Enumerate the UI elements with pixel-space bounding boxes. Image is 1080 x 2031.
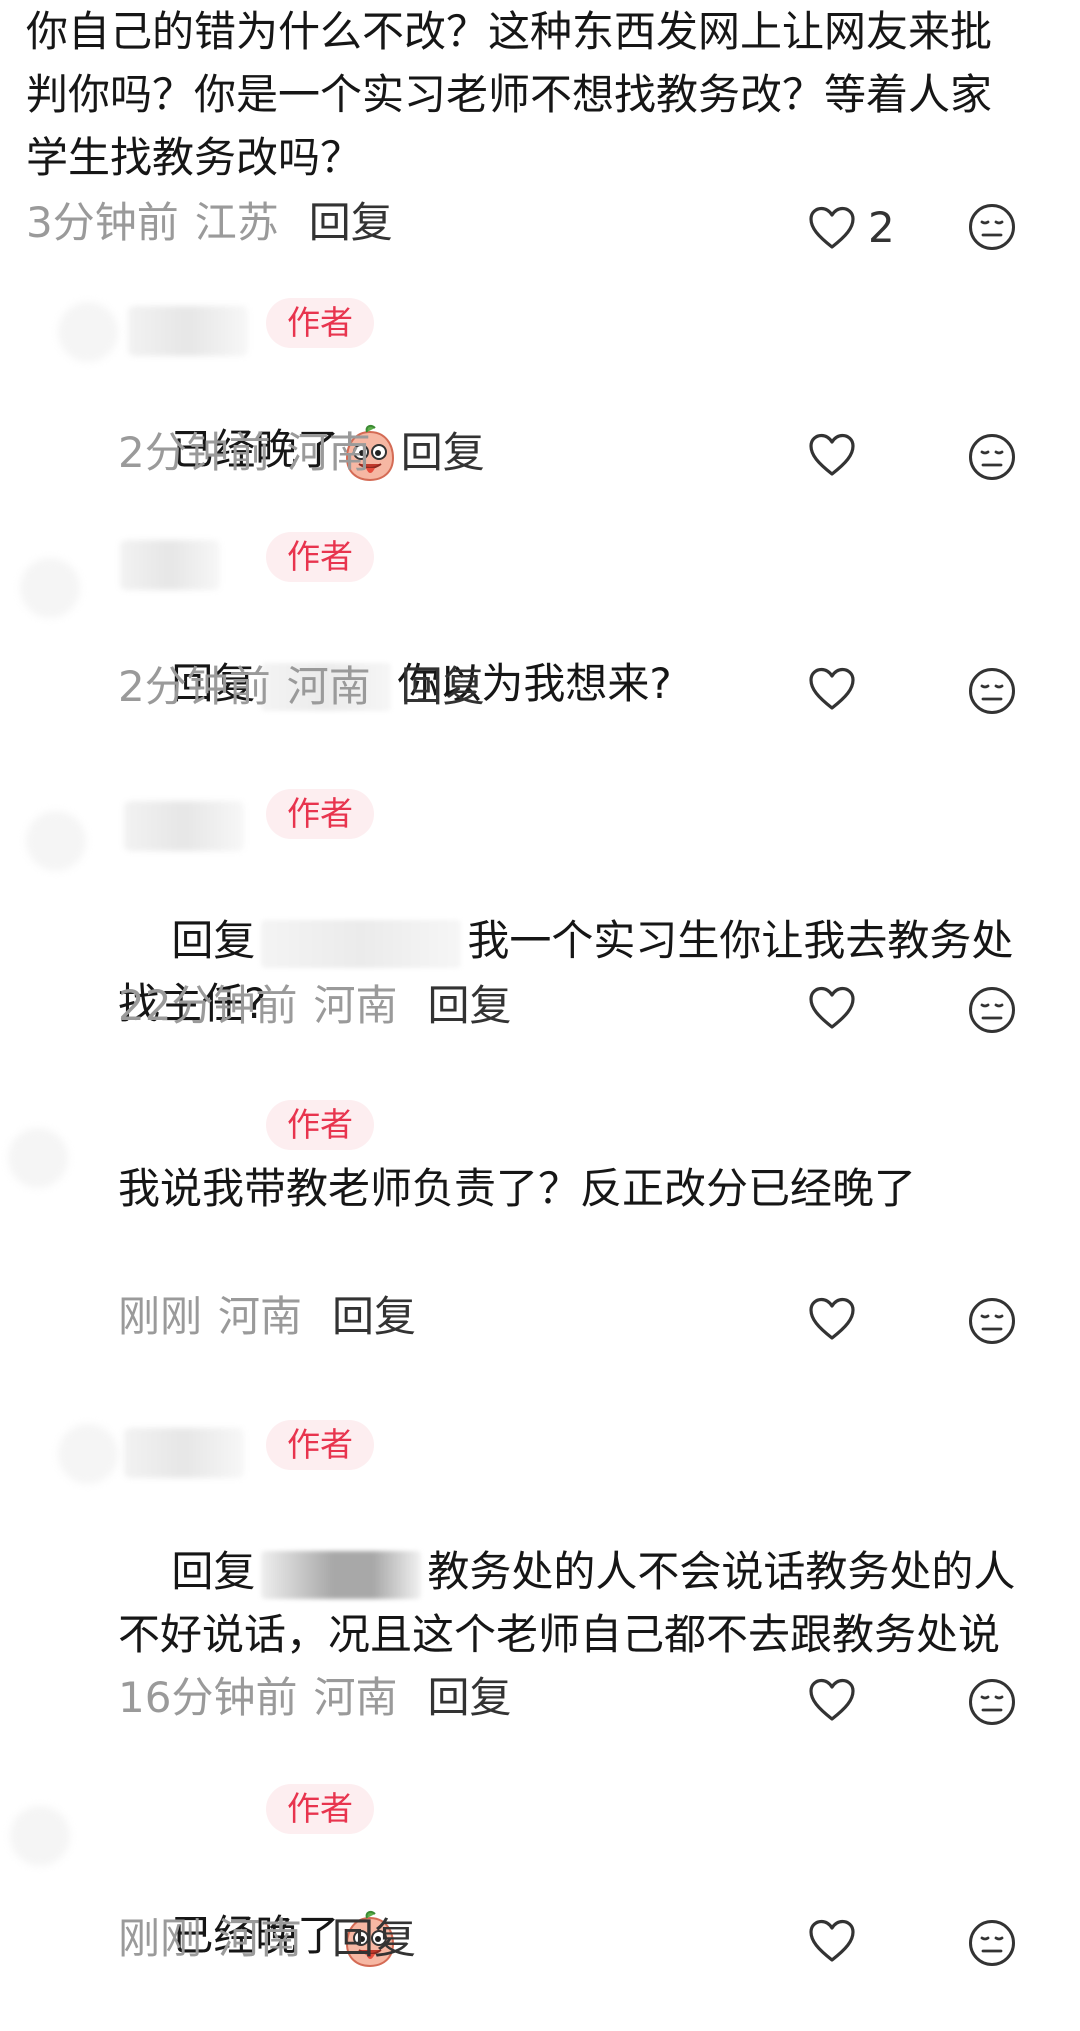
meh-face-icon	[969, 1679, 1015, 1725]
reply-prefix: 回复	[171, 1547, 256, 1596]
reply-location: 河南	[286, 662, 371, 711]
comment-meta: 3分钟前 江苏 回复	[26, 198, 393, 248]
heart-outline-icon	[809, 1919, 855, 1962]
reply-time: 22分钟前	[118, 981, 298, 1030]
meh-face-icon	[969, 434, 1015, 480]
meh-face-icon	[969, 668, 1015, 714]
like-button[interactable]	[808, 1678, 856, 1722]
meh-face-icon	[969, 1298, 1015, 1344]
redacted-username	[124, 1428, 244, 1478]
comment-time: 3分钟前	[26, 198, 179, 247]
like-button[interactable]	[808, 667, 856, 711]
reply-location: 河南	[218, 1292, 303, 1341]
comment-text: 你自己的错为什么不改？这种东西发网上让网友来批判你吗？你是一个实习老师不想找教务…	[26, 7, 993, 182]
meh-face-icon	[969, 987, 1015, 1033]
dislike-button[interactable]	[968, 1919, 1016, 1971]
reply-meta: 刚刚 河南 回复	[118, 1292, 416, 1342]
reply-time: 2分钟前	[118, 428, 271, 477]
redacted-username	[128, 306, 248, 356]
author-badge: 作者	[266, 532, 374, 582]
avatar	[20, 558, 80, 618]
author-badge: 作者	[266, 1420, 374, 1470]
avatar	[58, 302, 118, 362]
reply-meta: 2分钟前 河南 回复	[118, 428, 485, 478]
like-button[interactable]	[808, 1297, 856, 1341]
heart-outline-icon	[809, 667, 855, 710]
reply-time: 刚刚	[118, 1914, 203, 1963]
avatar	[26, 811, 86, 871]
reply-button[interactable]: 回复	[332, 1914, 416, 1963]
like-button[interactable]	[808, 986, 856, 1030]
reply-button[interactable]: 回复	[401, 662, 485, 711]
redacted-mention	[261, 919, 462, 968]
reply-meta: 22分钟前 河南 回复	[118, 981, 511, 1031]
reply-text: 我说我带教老师负责了？反正改分已经晚了	[118, 1164, 917, 1213]
reply-button[interactable]: 回复	[427, 981, 511, 1030]
dislike-button[interactable]	[968, 203, 1016, 255]
comment-location: 江苏	[194, 198, 279, 247]
reply-meta: 刚刚 河南 回复	[118, 1914, 416, 1964]
reply-text: 回复 我一个实习生你让我去教务处找主任?	[118, 846, 1038, 1098]
heart-outline-icon	[809, 206, 855, 249]
reply-button[interactable]: 回复	[309, 198, 393, 247]
reply-button[interactable]: 回复	[332, 1292, 416, 1341]
dislike-button[interactable]	[968, 667, 1016, 719]
heart-outline-icon	[809, 1678, 855, 1721]
heart-outline-icon	[809, 1297, 855, 1340]
reply-prefix: 回复	[171, 916, 256, 965]
like-button[interactable]	[808, 433, 856, 477]
reply-meta: 2分钟前 河南 回复	[118, 662, 485, 712]
reply-time: 刚刚	[118, 1292, 203, 1341]
redacted-mention	[261, 1550, 422, 1599]
heart-outline-icon	[809, 986, 855, 1029]
reply-location: 河南	[313, 1673, 398, 1722]
author-badge: 作者	[266, 298, 374, 348]
like-button[interactable]	[808, 1919, 856, 1963]
like-button[interactable]: 2	[808, 203, 895, 253]
reply-location: 河南	[313, 981, 398, 1030]
reply-time: 16分钟前	[118, 1673, 298, 1722]
dislike-button[interactable]	[968, 1678, 1016, 1730]
reply-location: 河南	[286, 428, 371, 477]
redacted-username	[120, 540, 220, 590]
dislike-button[interactable]	[968, 1297, 1016, 1349]
author-badge: 作者	[266, 789, 374, 839]
heart-outline-icon	[809, 433, 855, 476]
like-count: 2	[868, 203, 895, 252]
avatar	[10, 1806, 70, 1866]
reply-time: 2分钟前	[118, 662, 271, 711]
redacted-username	[124, 801, 244, 851]
author-badge: 作者	[266, 1100, 374, 1150]
reply-meta: 16分钟前 河南 回复	[118, 1673, 511, 1723]
reply-location: 河南	[218, 1914, 303, 1963]
meh-face-icon	[969, 204, 1015, 250]
meh-face-icon	[969, 1920, 1015, 1966]
dislike-button[interactable]	[968, 433, 1016, 485]
avatar	[8, 1128, 68, 1188]
dislike-button[interactable]	[968, 986, 1016, 1038]
reply-button[interactable]: 回复	[401, 428, 485, 477]
author-badge: 作者	[266, 1784, 374, 1834]
avatar	[58, 1424, 118, 1484]
reply-button[interactable]: 回复	[427, 1673, 511, 1722]
